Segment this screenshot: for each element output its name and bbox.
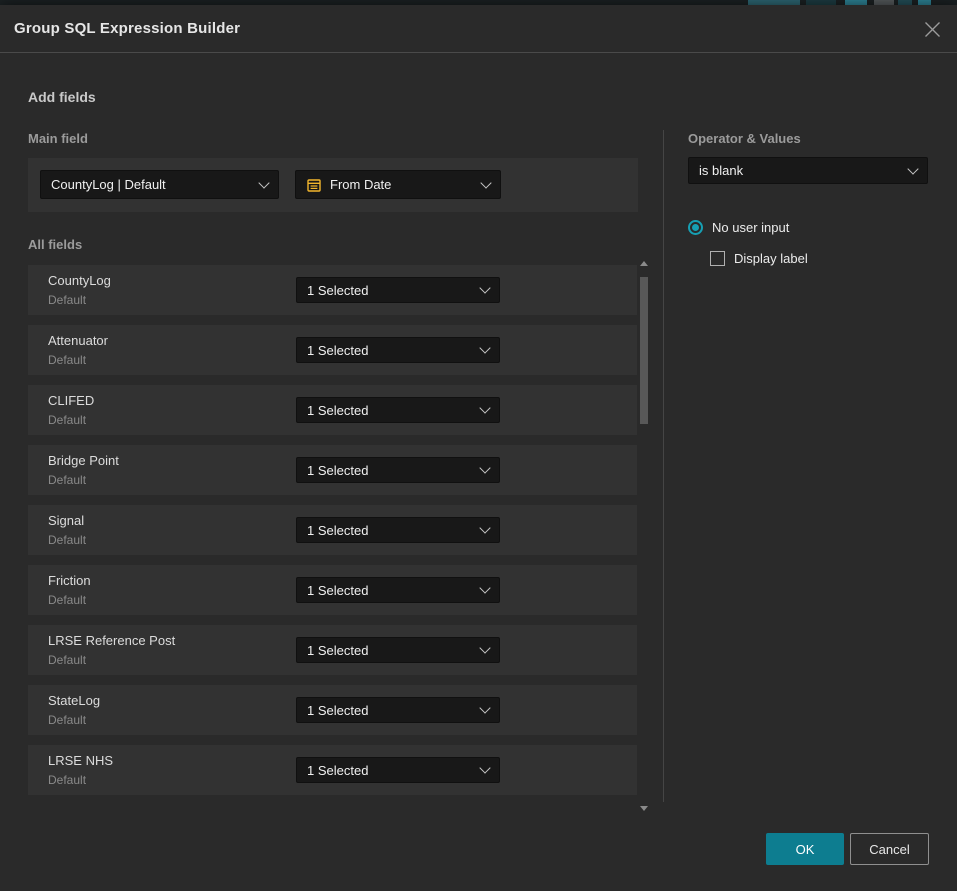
chevron-down-icon xyxy=(479,462,490,473)
field-selected-dropdown[interactable]: 1 Selected xyxy=(296,577,500,603)
field-selected-dropdown[interactable]: 1 Selected xyxy=(296,457,500,483)
field-selected-value: 1 Selected xyxy=(307,283,481,298)
field-row: CountyLog Default 1 Selected xyxy=(28,265,637,315)
main-field-layer-select-value: CountyLog | Default xyxy=(51,177,260,192)
chevron-down-icon xyxy=(479,582,490,593)
scrollbar-thumb[interactable] xyxy=(640,277,648,424)
chevron-down-icon xyxy=(479,642,490,653)
field-subtitle: Default xyxy=(48,533,86,547)
field-name: LRSE Reference Post xyxy=(48,633,175,648)
field-row: Attenuator Default 1 Selected xyxy=(28,325,637,375)
field-name: CLIFED xyxy=(48,393,94,408)
checkbox-unchecked-icon xyxy=(710,251,725,266)
list-scrollbar[interactable] xyxy=(637,255,652,815)
field-selected-value: 1 Selected xyxy=(307,403,481,418)
field-name: Friction xyxy=(48,573,91,588)
field-row: Bridge Point Default 1 Selected xyxy=(28,445,637,495)
field-name: Signal xyxy=(48,513,84,528)
scroll-up-arrow-icon[interactable] xyxy=(640,261,648,266)
field-row: Friction Default 1 Selected xyxy=(28,565,637,615)
field-selected-dropdown[interactable]: 1 Selected xyxy=(296,637,500,663)
no-user-input-radio[interactable]: No user input xyxy=(688,220,789,235)
chevron-down-icon xyxy=(479,342,490,353)
field-selected-dropdown[interactable]: 1 Selected xyxy=(296,697,500,723)
main-field-field-select[interactable]: From Date xyxy=(295,170,501,199)
field-subtitle: Default xyxy=(48,353,86,367)
radio-selected-icon xyxy=(688,220,703,235)
main-field-field-select-value: From Date xyxy=(330,177,482,192)
operator-values-heading: Operator & Values xyxy=(688,131,801,146)
field-row: CLIFED Default 1 Selected xyxy=(28,385,637,435)
ok-button[interactable]: OK xyxy=(766,833,844,865)
field-name: CountyLog xyxy=(48,273,111,288)
close-icon xyxy=(924,21,941,38)
field-selected-value: 1 Selected xyxy=(307,583,481,598)
field-selected-value: 1 Selected xyxy=(307,463,481,478)
chevron-down-icon xyxy=(479,702,490,713)
field-subtitle: Default xyxy=(48,473,86,487)
no-user-input-label: No user input xyxy=(712,220,789,235)
field-selected-dropdown[interactable]: 1 Selected xyxy=(296,277,500,303)
operator-select-value: is blank xyxy=(699,163,909,178)
chevron-down-icon xyxy=(479,762,490,773)
field-selected-value: 1 Selected xyxy=(307,703,481,718)
chevron-down-icon xyxy=(479,282,490,293)
field-row: StateLog Default 1 Selected xyxy=(28,685,637,735)
field-row: Signal Default 1 Selected xyxy=(28,505,637,555)
field-subtitle: Default xyxy=(48,713,86,727)
main-field-label: Main field xyxy=(28,131,88,146)
field-selected-value: 1 Selected xyxy=(307,343,481,358)
operator-select[interactable]: is blank xyxy=(688,157,928,184)
field-selected-dropdown[interactable]: 1 Selected xyxy=(296,397,500,423)
main-field-layer-select[interactable]: CountyLog | Default xyxy=(40,170,279,199)
add-fields-heading: Add fields xyxy=(28,89,96,105)
group-sql-expression-builder-dialog: Group SQL Expression Builder Add fields … xyxy=(0,5,957,891)
field-subtitle: Default xyxy=(48,593,86,607)
dialog-title: Group SQL Expression Builder xyxy=(14,20,240,37)
field-selected-value: 1 Selected xyxy=(307,643,481,658)
calendar-icon xyxy=(306,177,322,193)
close-button[interactable] xyxy=(920,17,944,41)
field-row: LRSE NHS Default 1 Selected xyxy=(28,745,637,795)
field-subtitle: Default xyxy=(48,773,86,787)
chevron-down-icon xyxy=(480,177,491,188)
field-name: Bridge Point xyxy=(48,453,119,468)
chevron-down-icon xyxy=(258,177,269,188)
all-fields-list: CountyLog Default 1 Selected Attenuator … xyxy=(28,265,637,805)
main-field-panel: CountyLog | Default From Date xyxy=(28,158,638,212)
chevron-down-icon xyxy=(907,163,918,174)
panel-divider xyxy=(663,130,664,802)
chevron-down-icon xyxy=(479,522,490,533)
field-selected-value: 1 Selected xyxy=(307,523,481,538)
field-selected-dropdown[interactable]: 1 Selected xyxy=(296,757,500,783)
field-name: StateLog xyxy=(48,693,100,708)
display-label-checkbox[interactable]: Display label xyxy=(710,251,808,266)
field-selected-dropdown[interactable]: 1 Selected xyxy=(296,337,500,363)
chevron-down-icon xyxy=(479,402,490,413)
display-label-label: Display label xyxy=(734,251,808,266)
field-name: Attenuator xyxy=(48,333,108,348)
field-name: LRSE NHS xyxy=(48,753,113,768)
field-subtitle: Default xyxy=(48,413,86,427)
field-selected-dropdown[interactable]: 1 Selected xyxy=(296,517,500,543)
field-subtitle: Default xyxy=(48,653,86,667)
field-row: LRSE Reference Post Default 1 Selected xyxy=(28,625,637,675)
dialog-titlebar: Group SQL Expression Builder xyxy=(0,5,957,53)
field-selected-value: 1 Selected xyxy=(307,763,481,778)
cancel-button[interactable]: Cancel xyxy=(850,833,929,865)
all-fields-label: All fields xyxy=(28,237,82,252)
scroll-down-arrow-icon[interactable] xyxy=(640,806,648,811)
field-subtitle: Default xyxy=(48,293,86,307)
